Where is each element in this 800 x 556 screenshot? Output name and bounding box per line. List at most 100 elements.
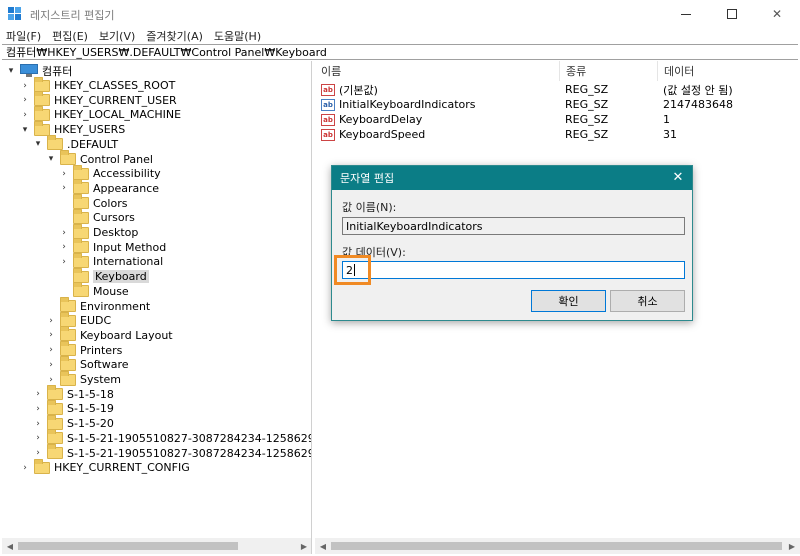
tree-item[interactable]: › S-1-5-18 <box>33 385 114 402</box>
value-data: 2147483648 <box>663 98 733 111</box>
value-name: KeyboardSpeed <box>339 128 426 141</box>
menu-favorites[interactable]: 즐겨찾기(A) <box>146 28 203 44</box>
value-row[interactable]: ab InitialKeyboardIndicators <box>321 97 476 112</box>
tree-item[interactable]: ▾ HKEY_USERS <box>20 120 125 137</box>
tree-item[interactable]: › HKEY_LOCAL_MACHINE <box>20 105 181 122</box>
tree-item-label: HKEY_CLASSES_ROOT <box>54 79 176 92</box>
folder-icon <box>34 91 50 107</box>
value-row[interactable]: ab (기본값) <box>321 82 378 97</box>
menu-edit[interactable]: 편집(E) <box>52 28 88 44</box>
scrollbar-thumb[interactable] <box>331 542 782 550</box>
tree-item[interactable]: › HKEY_CURRENT_USER <box>20 91 177 108</box>
tree-item[interactable]: › S-1-5-20 <box>33 414 114 431</box>
tree-item[interactable]: ▾ Control Panel <box>46 150 153 167</box>
chevron-right-icon[interactable]: › <box>20 81 30 91</box>
tree-item-label: S-1-5-18 <box>67 387 114 401</box>
chevron-right-icon[interactable]: › <box>46 345 56 355</box>
chevron-right-icon[interactable]: › <box>46 375 56 385</box>
chevron-right-icon[interactable]: › <box>59 183 69 193</box>
tree-item-label: Accessibility <box>93 167 161 181</box>
folder-icon <box>73 164 89 180</box>
chevron-down-icon[interactable]: ▾ <box>33 139 43 149</box>
values-horizontal-scrollbar[interactable]: ◀ ▶ <box>315 538 800 554</box>
value-row[interactable]: ab KeyboardDelay <box>321 112 422 127</box>
tree-item[interactable]: › Printers <box>46 341 122 358</box>
tree-item-label: Keyboard <box>93 270 149 284</box>
tree-item-label: S-1-5-19 <box>67 402 114 416</box>
tree-item[interactable]: › EUDC <box>46 311 112 328</box>
ok-button[interactable]: 확인 <box>531 290 606 312</box>
chevron-right-icon[interactable]: › <box>33 448 43 458</box>
chevron-right-icon[interactable]: › <box>46 330 56 340</box>
chevron-right-icon[interactable]: › <box>46 316 56 326</box>
chevron-right-icon[interactable]: › <box>59 242 69 252</box>
chevron-right-icon[interactable]: › <box>59 228 69 238</box>
cancel-button[interactable]: 취소 <box>610 290 685 312</box>
chevron-right-icon[interactable]: › <box>59 257 69 267</box>
value-type: REG_SZ <box>565 83 609 96</box>
chevron-right-icon[interactable]: › <box>59 169 69 179</box>
tree-pane[interactable]: ▾ 컴퓨터 › HKEY_CLASSES_ROOT › HKEY_CURRENT_US… <box>2 61 312 554</box>
folder-icon <box>73 208 89 224</box>
chevron-down-icon[interactable]: ▾ <box>6 66 16 76</box>
folder-icon <box>60 311 76 327</box>
menu-file[interactable]: 파일(F) <box>6 28 41 44</box>
folder-icon <box>34 105 50 121</box>
scrollbar-thumb[interactable] <box>18 542 238 550</box>
tree-item[interactable]: Cursors <box>59 208 135 225</box>
value-name-label: 값 이름(N): <box>342 201 397 214</box>
menu-view[interactable]: 보기(V) <box>99 28 135 44</box>
value-name: (기본값) <box>339 83 378 97</box>
tree-item-label: Appearance <box>93 181 160 195</box>
scroll-left-icon[interactable]: ◀ <box>2 538 18 554</box>
tree-item-label: Control Panel <box>80 152 153 166</box>
maximize-button[interactable] <box>709 0 755 28</box>
tree-item-label: 컴퓨터 <box>42 64 73 78</box>
chevron-right-icon[interactable]: › <box>33 389 43 399</box>
tree-horizontal-scrollbar[interactable]: ◀ ▶ <box>2 538 311 554</box>
tree-item[interactable]: › HKEY_CLASSES_ROOT <box>20 76 176 93</box>
chevron-right-icon[interactable]: › <box>33 404 43 414</box>
address-bar[interactable]: 컴퓨터₩HKEY_USERS₩.DEFAULT₩Control Panel₩Ke… <box>2 44 798 60</box>
value-type: REG_SZ <box>565 128 609 141</box>
folder-icon <box>73 223 89 239</box>
tree-item-label: Environment <box>80 299 151 313</box>
computer-icon <box>20 64 38 77</box>
chevron-right-icon[interactable]: › <box>46 360 56 370</box>
tree-item[interactable]: Mouse <box>59 282 129 299</box>
tree-item[interactable]: › S-1-5-21-1905510827-3087284234-12586290… <box>33 429 311 446</box>
tree-item-computer[interactable]: ▾ 컴퓨터 <box>6 63 72 78</box>
tree-item[interactable]: › Software <box>46 355 129 372</box>
tree-item[interactable]: › Desktop <box>59 223 138 240</box>
minimize-button[interactable] <box>663 0 709 28</box>
chevron-down-icon[interactable]: ▾ <box>46 154 56 164</box>
chevron-right-icon[interactable]: › <box>20 110 30 120</box>
chevron-down-icon[interactable]: ▾ <box>20 125 30 135</box>
value-row[interactable]: ab KeyboardSpeed <box>321 127 425 142</box>
close-button[interactable]: ✕ <box>754 0 800 28</box>
tree-item[interactable]: › S-1-5-21-1905510827-3087284234-12586290… <box>33 444 311 461</box>
chevron-right-icon[interactable]: › <box>20 95 30 105</box>
column-header-type[interactable]: 종류 <box>560 61 658 81</box>
value-data-input[interactable]: 2 <box>342 261 685 279</box>
close-icon[interactable]: ✕ <box>670 170 686 186</box>
column-header-data[interactable]: 데이터 <box>658 61 800 81</box>
chevron-right-icon[interactable]: › <box>33 419 43 429</box>
tree-item-label: Cursors <box>93 211 135 225</box>
tree-item[interactable]: › HKEY_CURRENT_CONFIG <box>20 458 190 475</box>
menu-help[interactable]: 도움말(H) <box>214 28 261 44</box>
folder-icon <box>47 444 63 459</box>
column-header-name[interactable]: 이름 <box>315 61 560 81</box>
scroll-right-icon[interactable]: ▶ <box>784 538 800 554</box>
tree-item[interactable]: › System <box>46 370 121 387</box>
scroll-left-icon[interactable]: ◀ <box>315 538 331 554</box>
chevron-right-icon[interactable]: › <box>33 433 43 443</box>
tree-item[interactable]: › S-1-5-19 <box>33 399 114 416</box>
tree-item[interactable]: Colors <box>59 194 127 211</box>
scroll-right-icon[interactable]: ▶ <box>296 538 311 554</box>
chevron-right-icon[interactable]: › <box>20 463 30 473</box>
tree-item[interactable]: ▾ .DEFAULT <box>33 135 118 152</box>
tree-item-label: EUDC <box>80 314 112 328</box>
folder-icon <box>60 150 76 165</box>
